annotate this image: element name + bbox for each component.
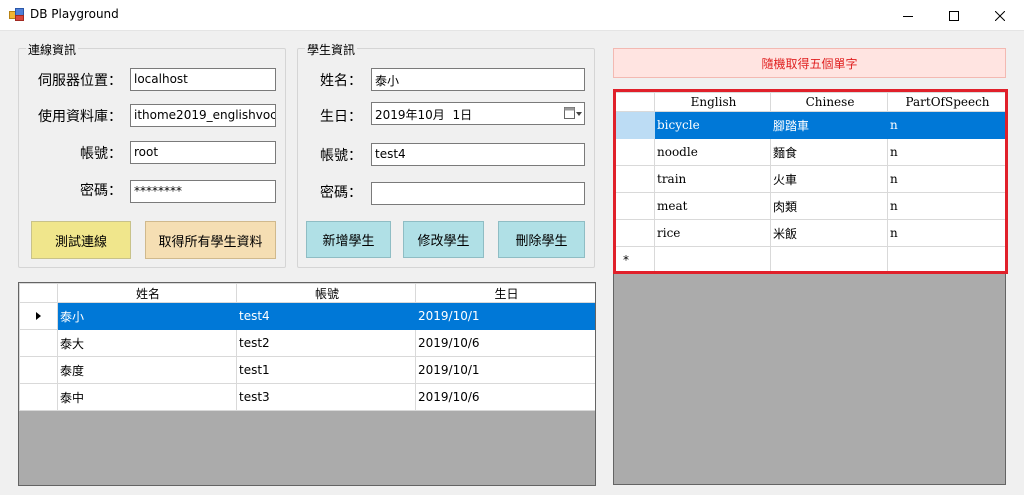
fetch-students-button[interactable]: 取得所有學生資料 xyxy=(145,221,276,259)
table-row[interactable]: 泰中 test3 2019/10/6 xyxy=(19,383,595,411)
cell-chinese[interactable]: 米飯 xyxy=(770,219,888,247)
student-account-label: 帳號： xyxy=(320,148,362,164)
connection-legend: 連線資訊 xyxy=(26,41,79,58)
edit-student-button[interactable]: 修改學生 xyxy=(403,221,484,258)
students-grid[interactable]: 姓名 帳號 生日 泰小 test4 2019/10/1 泰大 test2 201… xyxy=(18,282,596,486)
password-input[interactable]: ******** xyxy=(130,180,276,203)
new-cell-english[interactable] xyxy=(654,246,771,274)
cell-chinese[interactable]: 麵食 xyxy=(770,138,888,166)
new-cell-part-of-speech[interactable] xyxy=(887,246,1005,274)
cell-birthday[interactable]: 2019/10/6 xyxy=(415,383,595,411)
delete-student-button[interactable]: 刪除學生 xyxy=(498,221,585,258)
cell-birthday[interactable]: 2019/10/1 xyxy=(415,356,595,384)
table-row[interactable]: noodle 麵食 n xyxy=(614,138,1005,166)
vocab-grid-header: English Chinese PartOfSpeech xyxy=(614,92,1005,112)
maximize-button[interactable] xyxy=(931,0,977,31)
cell-birthday[interactable]: 2019/10/1 xyxy=(415,302,595,330)
database-input[interactable]: ithome2019_englishvoca xyxy=(130,104,276,127)
random-words-button[interactable]: 隨機取得五個單字 xyxy=(613,48,1006,78)
app-icon xyxy=(9,8,25,22)
minimize-button[interactable] xyxy=(885,0,931,31)
close-icon xyxy=(995,10,1005,21)
birthday-value: 2019年10月 1日 xyxy=(375,108,473,122)
column-header-account[interactable]: 帳號 xyxy=(236,283,416,303)
row-header[interactable] xyxy=(614,219,655,247)
calendar-dropdown-icon[interactable] xyxy=(564,107,582,120)
column-header-birthday[interactable]: 生日 xyxy=(415,283,595,303)
column-header-part-of-speech[interactable]: PartOfSpeech xyxy=(887,92,1005,112)
cell-name[interactable]: 泰小 xyxy=(57,302,237,330)
student-name-label: 姓名： xyxy=(320,73,362,89)
cell-english[interactable]: meat xyxy=(654,192,771,220)
cell-english[interactable]: rice xyxy=(654,219,771,247)
database-label: 使用資料庫： xyxy=(38,109,122,125)
cell-english[interactable]: train xyxy=(654,165,771,193)
cell-account[interactable]: test1 xyxy=(236,356,416,384)
new-row[interactable]: * xyxy=(614,246,1005,274)
cell-english[interactable]: noodle xyxy=(654,138,771,166)
table-row[interactable]: train 火車 n xyxy=(614,165,1005,193)
row-header[interactable] xyxy=(614,111,655,139)
maximize-icon xyxy=(949,10,959,21)
students-grid-header: 姓名 帳號 生日 xyxy=(19,283,595,303)
vocab-grid[interactable]: English Chinese PartOfSpeech bicycle 腳踏車… xyxy=(613,91,1006,485)
row-header[interactable] xyxy=(19,302,58,330)
corner-header-cell xyxy=(614,92,655,112)
birthday-datepicker[interactable]: 2019年10月 1日 xyxy=(371,102,585,125)
minimize-icon xyxy=(903,15,913,17)
cell-name[interactable]: 泰度 xyxy=(57,356,237,384)
account-input[interactable]: root xyxy=(130,141,276,164)
server-input[interactable]: localhost xyxy=(130,68,276,91)
student-password-input[interactable] xyxy=(371,182,585,205)
cell-birthday[interactable]: 2019/10/6 xyxy=(415,329,595,357)
corner-header-cell xyxy=(19,283,58,303)
cell-account[interactable]: test3 xyxy=(236,383,416,411)
column-header-name[interactable]: 姓名 xyxy=(57,283,237,303)
table-row[interactable]: 泰小 test4 2019/10/1 xyxy=(19,302,595,330)
student-name-input[interactable]: 泰小 xyxy=(371,68,585,91)
row-header[interactable] xyxy=(614,138,655,166)
row-header[interactable] xyxy=(19,356,58,384)
cell-english[interactable]: bicycle xyxy=(654,111,771,139)
cell-chinese[interactable]: 腳踏車 xyxy=(770,111,888,139)
account-label: 帳號： xyxy=(80,146,122,162)
table-row[interactable]: rice 米飯 n xyxy=(614,219,1005,247)
window-title: DB Playground xyxy=(30,7,119,21)
row-header[interactable] xyxy=(614,165,655,193)
cell-part-of-speech[interactable]: n xyxy=(887,192,1005,220)
table-row[interactable]: 泰度 test1 2019/10/1 xyxy=(19,356,595,384)
birthday-label: 生日： xyxy=(320,109,362,125)
cell-part-of-speech[interactable]: n xyxy=(887,219,1005,247)
cell-chinese[interactable]: 肉類 xyxy=(770,192,888,220)
row-header[interactable] xyxy=(19,383,58,411)
row-header[interactable] xyxy=(19,329,58,357)
close-button[interactable] xyxy=(977,0,1023,31)
cell-chinese[interactable]: 火車 xyxy=(770,165,888,193)
row-header[interactable] xyxy=(614,192,655,220)
column-header-english[interactable]: English xyxy=(654,92,771,112)
student-account-input[interactable]: test4 xyxy=(371,143,585,166)
password-label: 密碼： xyxy=(80,183,122,199)
table-row[interactable]: meat 肉類 n xyxy=(614,192,1005,220)
title-bar: DB Playground xyxy=(0,0,1024,31)
table-row[interactable]: bicycle 腳踏車 n xyxy=(614,111,1005,139)
cell-part-of-speech[interactable]: n xyxy=(887,111,1005,139)
column-header-chinese[interactable]: Chinese xyxy=(770,92,888,112)
add-student-button[interactable]: 新增學生 xyxy=(306,221,391,258)
cell-part-of-speech[interactable]: n xyxy=(887,165,1005,193)
new-cell-chinese[interactable] xyxy=(770,246,888,274)
test-connection-button[interactable]: 測試連線 xyxy=(31,221,131,259)
table-row[interactable]: 泰大 test2 2019/10/6 xyxy=(19,329,595,357)
current-row-arrow-icon xyxy=(36,312,41,320)
server-label: 伺服器位置： xyxy=(38,73,122,89)
cell-name[interactable]: 泰大 xyxy=(57,329,237,357)
cell-account[interactable]: test2 xyxy=(236,329,416,357)
student-legend: 學生資訊 xyxy=(305,41,358,58)
cell-name[interactable]: 泰中 xyxy=(57,383,237,411)
cell-part-of-speech[interactable]: n xyxy=(887,138,1005,166)
cell-account[interactable]: test4 xyxy=(236,302,416,330)
new-row-marker: * xyxy=(614,246,655,274)
student-password-label: 密碼： xyxy=(320,185,362,201)
